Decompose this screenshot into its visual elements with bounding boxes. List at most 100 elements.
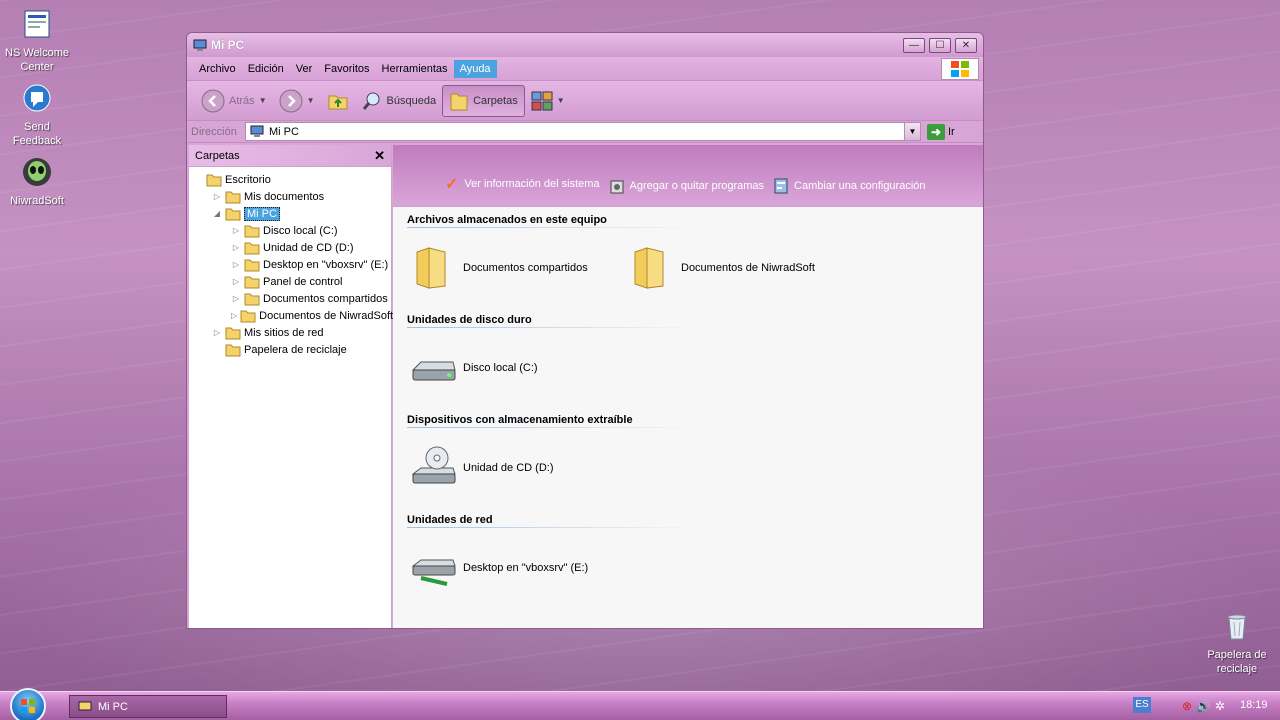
my-computer-icon xyxy=(78,701,92,710)
tree-expander-icon[interactable]: ▷ xyxy=(231,243,241,252)
group-header: Dispositivos con almacenamiento extraíbl… xyxy=(407,407,697,428)
tree-expander-icon[interactable]: ◢ xyxy=(212,209,222,218)
item-desktop-vboxsrv-e[interactable]: Desktop en "vboxsrv" (E:) xyxy=(409,544,627,592)
clock[interactable]: 18:19 xyxy=(1240,699,1268,711)
address-label: Dirección xyxy=(191,125,237,138)
windows-flag-icon xyxy=(951,61,969,77)
network-icon[interactable]: ✲ xyxy=(1215,699,1225,713)
back-button[interactable]: Atrás ▼ xyxy=(195,85,273,117)
tree-item-label: Mi PC xyxy=(244,206,280,221)
title-bar[interactable]: Mi PC — ☐ ✕ xyxy=(187,33,983,57)
tree-item[interactable]: ▷ Documentos de NiwradSoft xyxy=(189,307,393,324)
chevron-down-icon[interactable]: ▼ xyxy=(904,123,920,140)
tree-item-label: Unidad de CD (D:) xyxy=(263,241,354,254)
address-input[interactable]: Mi PC ▼ xyxy=(245,122,921,141)
taskbar-item-label: Mi PC xyxy=(98,700,128,713)
close-button[interactable]: ✕ xyxy=(955,37,977,53)
folders-label: Carpetas xyxy=(473,94,518,107)
menu-edicion[interactable]: Edición xyxy=(242,60,290,78)
forward-button[interactable]: ▼ xyxy=(273,85,321,117)
go-label: Ir xyxy=(948,125,955,138)
tree-expander-icon[interactable]: ▷ xyxy=(231,260,241,269)
desktop-icon-recycle-bin[interactable]: Papelera de reciclaje xyxy=(1200,610,1274,676)
tree-item-label: Disco local (C:) xyxy=(263,224,338,237)
tree-item[interactable]: ▷ Disco local (C:) xyxy=(189,222,391,239)
content-pane: ✓ Ver información del sistema Agregar o … xyxy=(393,145,983,628)
item-unidad-cd-d[interactable]: Unidad de CD (D:) xyxy=(409,444,627,492)
tree-folder-icon xyxy=(225,327,241,339)
windows-flag-icon xyxy=(21,699,35,713)
desktop-icon-label: NS Welcome Center xyxy=(5,47,69,73)
menu-ayuda[interactable]: Ayuda xyxy=(453,59,497,78)
go-button[interactable]: ➜ Ir xyxy=(927,123,955,140)
address-bar: Dirección Mi PC ▼ ➜ Ir xyxy=(187,121,983,143)
tree-item[interactable]: ▷ Mis documentos xyxy=(189,188,391,205)
my-computer-icon xyxy=(250,125,264,137)
tree-expander-icon[interactable]: ▷ xyxy=(231,226,241,235)
task-label: Agregar o quitar programas xyxy=(629,180,765,192)
item-documentos-compartidos[interactable]: Documentos compartidos xyxy=(409,244,627,292)
taskbar-item-mi-pc[interactable]: Mi PC xyxy=(69,695,227,718)
tree-folder-icon xyxy=(244,259,260,271)
task-change-setting[interactable]: Cambiar una configuración xyxy=(774,178,926,194)
task-system-info[interactable]: ✓ Ver información del sistema xyxy=(445,174,600,194)
close-icon[interactable]: ✕ xyxy=(374,148,385,164)
taskbar: Mi PC ES ⊗ 🔊 ✲ 18:19 xyxy=(0,688,1280,720)
tree-folder-icon xyxy=(244,276,260,288)
tree-item[interactable]: ▷ Unidad de CD (D:) xyxy=(189,239,391,256)
desktop-icon-send-feedback[interactable]: Send Feedback xyxy=(0,82,74,148)
item-label: Documentos compartidos xyxy=(463,261,588,274)
up-folder-button[interactable] xyxy=(321,86,355,116)
tree-folder-icon xyxy=(225,208,241,220)
back-label: Atrás xyxy=(229,94,255,107)
start-button[interactable] xyxy=(10,688,46,720)
menu-herramientas[interactable]: Herramientas xyxy=(376,60,454,78)
tree-expander-icon[interactable]: ▷ xyxy=(231,294,241,303)
tree-item[interactable]: ▷ Desktop en "vboxsrv" (E:) xyxy=(189,256,391,273)
tree-item[interactable]: ▷ Panel de control xyxy=(189,273,391,290)
menu-ver[interactable]: Ver xyxy=(290,60,319,78)
volume-icon[interactable]: 🔊 xyxy=(1196,699,1211,713)
desktop-icon-ns-welcome[interactable]: NS Welcome Center xyxy=(0,8,74,74)
task-label: Ver información del sistema xyxy=(464,178,600,190)
address-value: Mi PC xyxy=(269,125,299,138)
network-error-icon[interactable]: ⊗ xyxy=(1182,699,1192,713)
tree-folder-icon xyxy=(244,293,260,305)
chevron-down-icon[interactable]: ▼ xyxy=(307,96,315,105)
tree-expander-icon[interactable]: ▷ xyxy=(231,277,241,286)
item-label: Unidad de CD (D:) xyxy=(463,461,554,474)
task-label: Cambiar una configuración xyxy=(794,180,926,192)
group-removable: Dispositivos con almacenamiento extraíbl… xyxy=(393,407,983,507)
views-button[interactable]: ▼ xyxy=(525,87,571,115)
chevron-down-icon[interactable]: ▼ xyxy=(557,96,565,105)
menu-archivo[interactable]: Archivo xyxy=(193,60,242,78)
item-disco-local-c[interactable]: Disco local (C:) xyxy=(409,344,627,392)
tree-item[interactable]: ◢ Mi PC xyxy=(189,205,391,222)
task-add-remove-programs[interactable]: Agregar o quitar programas xyxy=(610,178,765,194)
tree-item[interactable]: ▷ Mis sitios de red xyxy=(189,324,391,341)
menu-bar: Archivo Edición Ver Favoritos Herramient… xyxy=(187,57,983,81)
maximize-button[interactable]: ☐ xyxy=(929,37,951,53)
chevron-down-icon[interactable]: ▼ xyxy=(259,96,267,105)
language-indicator[interactable]: ES xyxy=(1133,697,1151,713)
tree-item[interactable]: ▷ Documentos compartidos xyxy=(189,290,391,307)
tree-expander-icon[interactable]: ▷ xyxy=(212,328,222,337)
item-documentos-niwradsoft[interactable]: Documentos de NiwradSoft xyxy=(627,244,845,292)
item-label: Disco local (C:) xyxy=(463,361,538,374)
tree-expander-icon[interactable]: ▷ xyxy=(231,311,237,320)
folders-button[interactable]: Carpetas xyxy=(442,84,525,117)
tree-expander-icon[interactable]: ▷ xyxy=(212,192,222,201)
network-drive-icon xyxy=(411,559,456,586)
menu-favoritos[interactable]: Favoritos xyxy=(318,60,375,78)
checkmark-icon: ✓ xyxy=(445,176,459,193)
tree-folder-icon xyxy=(225,344,241,356)
tree-item[interactable]: Papelera de reciclaje xyxy=(189,341,391,358)
tree-folder-icon xyxy=(240,310,256,322)
search-button[interactable]: Búsqueda xyxy=(355,86,443,116)
desktop-icon-niwradsoft[interactable]: NiwradSoft xyxy=(0,156,74,208)
programs-icon xyxy=(610,180,624,194)
tree-item[interactable]: Escritorio xyxy=(189,171,391,188)
minimize-button[interactable]: — xyxy=(903,37,925,53)
up-folder-icon xyxy=(328,95,348,109)
search-icon xyxy=(362,92,380,110)
